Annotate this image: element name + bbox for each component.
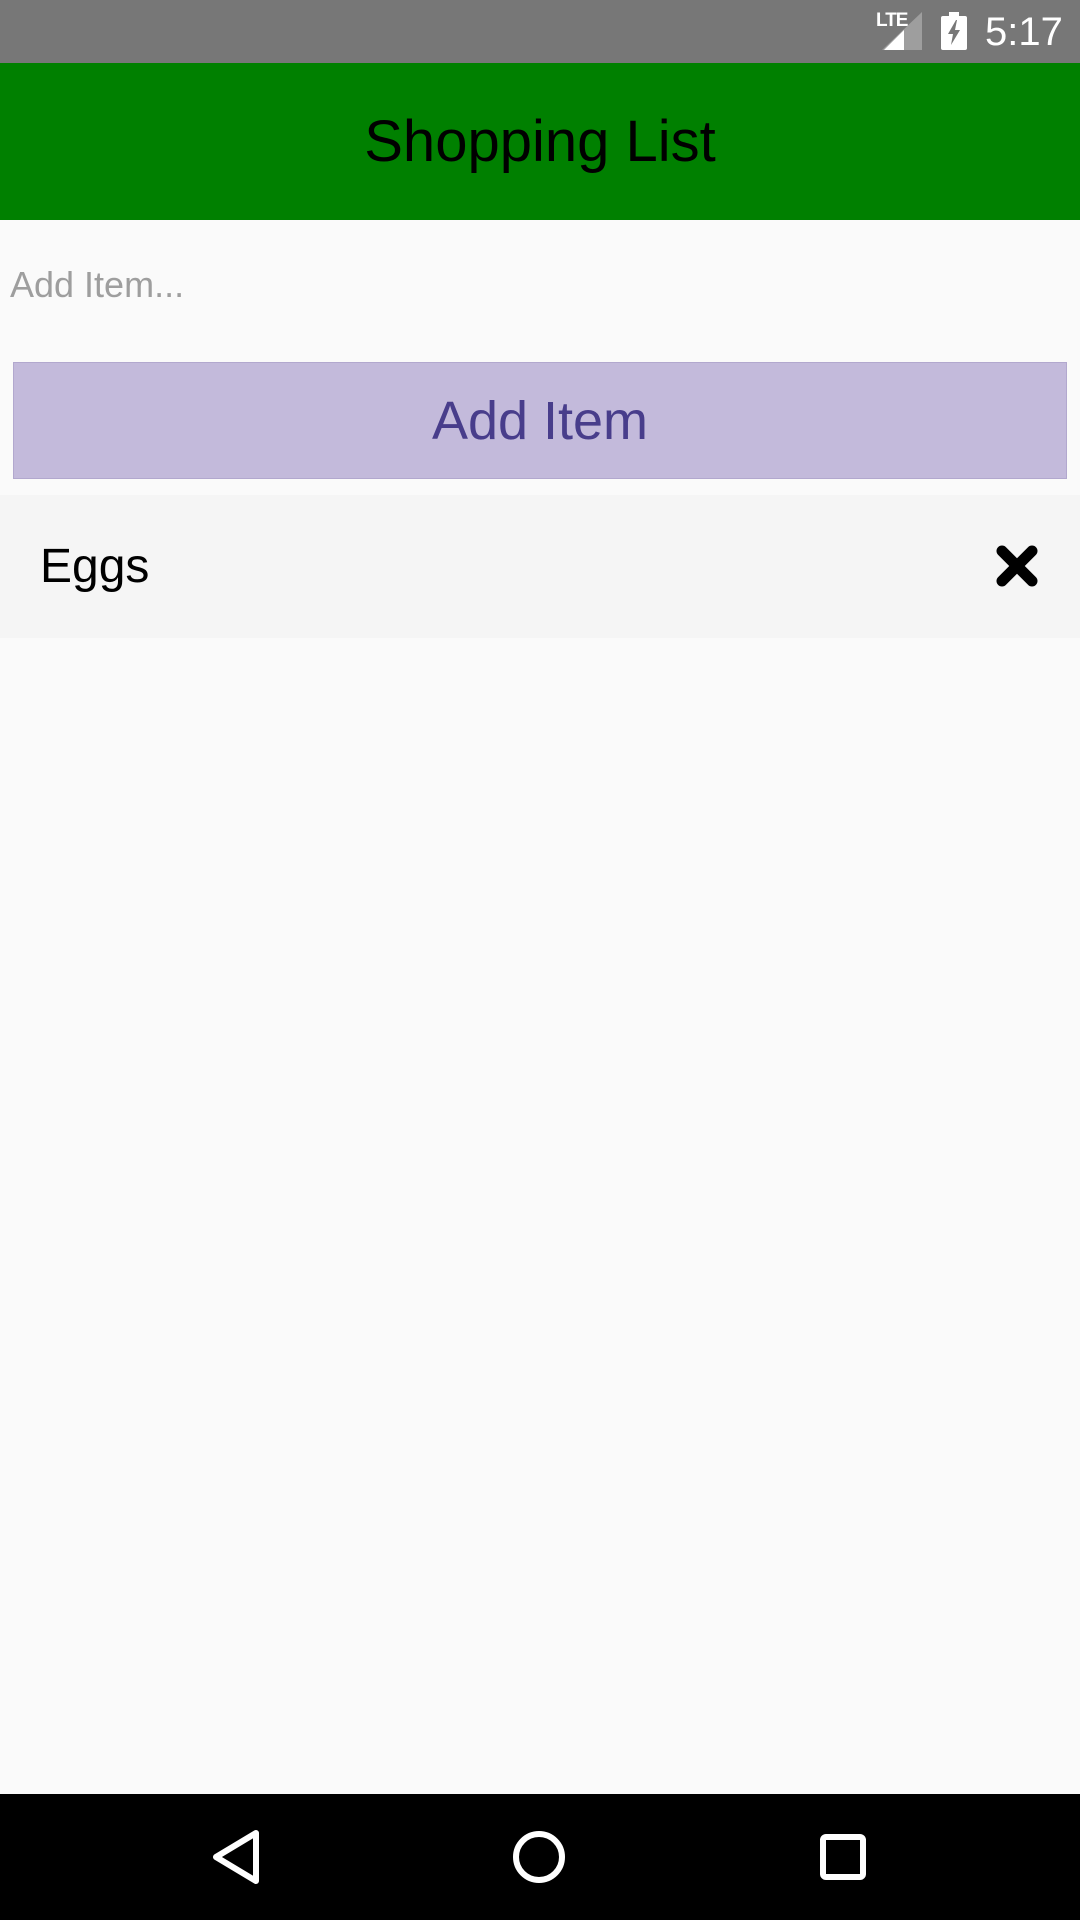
navigation-bar [0, 1794, 1080, 1920]
battery-charging-icon [941, 12, 967, 50]
signal-strength-icon [882, 12, 922, 50]
recents-icon[interactable] [810, 1824, 876, 1890]
page-title: Shopping List [364, 108, 716, 174]
add-item-input[interactable] [0, 230, 1080, 340]
close-icon[interactable] [994, 543, 1040, 589]
home-icon[interactable] [506, 1824, 572, 1890]
clock: 5:17 [985, 10, 1063, 54]
item-name: Eggs [40, 540, 150, 593]
add-item-button[interactable]: Add Item [13, 362, 1067, 479]
status-bar: LTE 5:17 [0, 0, 1080, 63]
item-list: Eggs [0, 495, 1080, 638]
list-item: Eggs [0, 495, 1080, 638]
back-icon[interactable] [203, 1824, 269, 1890]
add-item-button-label: Add Item [431, 390, 649, 451]
app-bar: Shopping List [0, 63, 1080, 220]
